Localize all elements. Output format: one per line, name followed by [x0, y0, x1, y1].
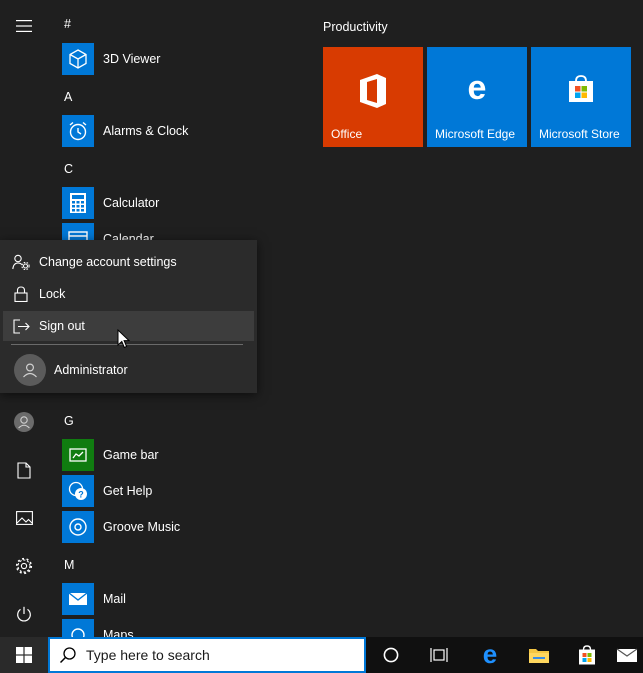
game-bar-icon: [62, 439, 94, 471]
group-header-hash[interactable]: #: [64, 17, 71, 31]
tile-label: Microsoft Edge: [435, 127, 516, 141]
app-alarms-clock[interactable]: Alarms & Clock: [62, 114, 262, 148]
user-name: Administrator: [54, 363, 128, 377]
cortana-button[interactable]: [367, 637, 415, 673]
user-avatar-icon: [14, 412, 34, 432]
store-bag-icon: [579, 645, 595, 665]
power-button[interactable]: [0, 590, 48, 637]
user-settings-icon: [3, 254, 39, 270]
store-taskbar-button[interactable]: [563, 637, 611, 673]
calculator-icon: [62, 187, 94, 219]
tile-office[interactable]: Office: [323, 47, 423, 147]
group-header-c[interactable]: C: [64, 162, 73, 176]
app-label: Alarms & Clock: [103, 124, 189, 138]
office-icon: [323, 73, 423, 109]
svg-text:?: ?: [78, 490, 84, 500]
app-label: 3D Viewer: [103, 52, 161, 66]
menu-item-label: Sign out: [39, 319, 85, 333]
app-3d-viewer[interactable]: 3D Viewer: [62, 42, 262, 76]
mail-icon: [62, 583, 94, 615]
task-view-icon: [430, 648, 448, 662]
app-mail[interactable]: Mail: [62, 582, 262, 616]
pictures-icon: [15, 511, 33, 525]
svg-text:e: e: [483, 644, 497, 666]
taskbar-search-box[interactable]: [48, 637, 366, 673]
hamburger-icon: [16, 20, 32, 32]
tile-label: Office: [331, 127, 363, 141]
mail-icon: [616, 648, 638, 662]
maps-icon: [62, 619, 94, 637]
tile-group-title[interactable]: Productivity: [323, 20, 388, 34]
mouse-pointer-icon: [117, 328, 131, 352]
tile-label: Microsoft Store: [539, 127, 620, 141]
cortana-circle-icon: [383, 647, 399, 663]
start-menu: # 3D Viewer A Alarms & Clock C Calculato…: [0, 0, 643, 637]
store-bag-icon: [531, 73, 631, 105]
user-avatar-icon: [14, 354, 46, 386]
folder-icon: [529, 649, 549, 663]
cube-icon: [62, 43, 94, 75]
tile-microsoft-store[interactable]: Microsoft Store: [531, 47, 631, 147]
menu-item-label: Change account settings: [39, 255, 177, 269]
app-groove-music[interactable]: Groove Music: [62, 510, 262, 544]
current-user-item[interactable]: Administrator: [0, 353, 257, 387]
app-label: Game bar: [103, 448, 159, 462]
groove-music-icon: [62, 511, 94, 543]
gear-icon: [15, 557, 33, 575]
account-flyout: Change account settings Lock Sign out Ad…: [0, 240, 257, 393]
edge-icon: e: [427, 73, 527, 103]
edge-taskbar-button[interactable]: e: [466, 637, 514, 673]
document-icon: [17, 461, 31, 479]
app-maps[interactable]: Maps: [62, 618, 262, 637]
change-account-settings-item[interactable]: Change account settings: [3, 247, 254, 277]
power-icon: [17, 606, 31, 622]
expand-menu-button[interactable]: [0, 2, 48, 50]
lock-item[interactable]: Lock: [3, 279, 254, 309]
app-label: Get Help: [103, 484, 153, 498]
group-header-m[interactable]: M: [64, 558, 74, 572]
alarm-clock-icon: [62, 115, 94, 147]
menu-item-label: Lock: [39, 287, 66, 301]
account-button[interactable]: [0, 398, 48, 446]
documents-button[interactable]: [0, 446, 48, 494]
edge-icon: e: [483, 644, 497, 666]
settings-button[interactable]: [0, 542, 48, 590]
app-game-bar[interactable]: Game bar: [62, 438, 262, 472]
app-label: Groove Music: [103, 520, 181, 534]
tile-microsoft-edge[interactable]: e Microsoft Edge: [427, 47, 527, 147]
app-label: Mail: [103, 592, 126, 606]
start-button[interactable]: [0, 637, 48, 673]
sign-out-icon: [3, 318, 39, 334]
help-icon: ?: [62, 475, 94, 507]
group-header-a[interactable]: A: [64, 90, 72, 104]
search-input[interactable]: [86, 647, 346, 663]
windows-logo-icon: [16, 647, 32, 663]
search-icon: [50, 646, 86, 664]
task-view-button[interactable]: [415, 637, 463, 673]
app-get-help[interactable]: ? Get Help: [62, 474, 262, 508]
app-calculator[interactable]: Calculator: [62, 186, 262, 220]
svg-text:e: e: [468, 73, 487, 103]
lock-icon: [3, 286, 39, 302]
app-label: Maps: [103, 628, 134, 637]
app-label: Calculator: [103, 196, 160, 210]
pictures-button[interactable]: [0, 494, 48, 542]
mail-taskbar-button[interactable]: [611, 637, 643, 673]
taskbar: e: [0, 637, 643, 673]
file-explorer-button[interactable]: [515, 637, 563, 673]
group-header-g[interactable]: G: [64, 414, 74, 428]
